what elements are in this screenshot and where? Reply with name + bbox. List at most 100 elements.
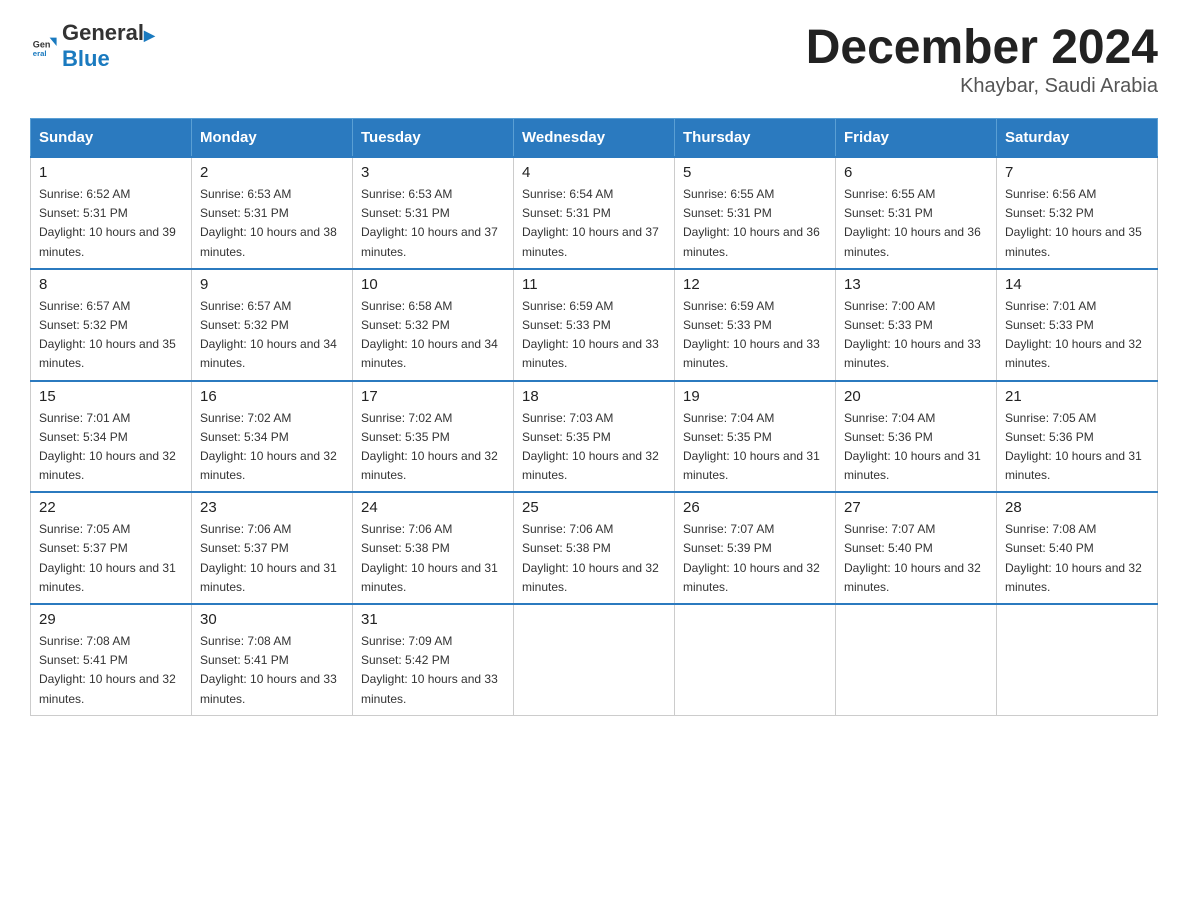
day-info: Sunrise: 7:01 AM Sunset: 5:33 PM Dayligh… (1005, 297, 1149, 374)
day-cell: 14 Sunrise: 7:01 AM Sunset: 5:33 PM Dayl… (997, 269, 1158, 381)
title-section: December 2024 Khaybar, Saudi Arabia (806, 20, 1158, 98)
header-thursday: Thursday (675, 119, 836, 158)
week-row-2: 8 Sunrise: 6:57 AM Sunset: 5:32 PM Dayli… (31, 269, 1158, 381)
day-info: Sunrise: 7:00 AM Sunset: 5:33 PM Dayligh… (844, 297, 988, 374)
svg-text:eral: eral (33, 49, 47, 58)
day-info: Sunrise: 6:59 AM Sunset: 5:33 PM Dayligh… (522, 297, 666, 374)
day-info: Sunrise: 7:02 AM Sunset: 5:34 PM Dayligh… (200, 409, 344, 486)
day-info: Sunrise: 7:09 AM Sunset: 5:42 PM Dayligh… (361, 632, 505, 709)
day-number: 30 (200, 611, 344, 628)
day-info: Sunrise: 7:07 AM Sunset: 5:40 PM Dayligh… (844, 520, 988, 597)
day-cell: 2 Sunrise: 6:53 AM Sunset: 5:31 PM Dayli… (192, 157, 353, 269)
day-number: 15 (39, 388, 183, 405)
day-number: 12 (683, 276, 827, 293)
day-number: 28 (1005, 499, 1149, 516)
day-info: Sunrise: 6:57 AM Sunset: 5:32 PM Dayligh… (39, 297, 183, 374)
day-info: Sunrise: 7:04 AM Sunset: 5:36 PM Dayligh… (844, 409, 988, 486)
day-info: Sunrise: 7:06 AM Sunset: 5:38 PM Dayligh… (522, 520, 666, 597)
header-tuesday: Tuesday (353, 119, 514, 158)
header-saturday: Saturday (997, 119, 1158, 158)
logo-blue: Blue (62, 46, 155, 72)
day-cell: 19 Sunrise: 7:04 AM Sunset: 5:35 PM Dayl… (675, 381, 836, 493)
day-number: 2 (200, 164, 344, 181)
day-number: 22 (39, 499, 183, 516)
day-cell (997, 604, 1158, 715)
day-cell: 6 Sunrise: 6:55 AM Sunset: 5:31 PM Dayli… (836, 157, 997, 269)
day-info: Sunrise: 7:08 AM Sunset: 5:41 PM Dayligh… (200, 632, 344, 709)
day-cell: 10 Sunrise: 6:58 AM Sunset: 5:32 PM Dayl… (353, 269, 514, 381)
day-cell: 31 Sunrise: 7:09 AM Sunset: 5:42 PM Dayl… (353, 604, 514, 715)
day-cell: 8 Sunrise: 6:57 AM Sunset: 5:32 PM Dayli… (31, 269, 192, 381)
day-info: Sunrise: 6:55 AM Sunset: 5:31 PM Dayligh… (683, 185, 827, 262)
day-info: Sunrise: 6:59 AM Sunset: 5:33 PM Dayligh… (683, 297, 827, 374)
day-cell: 22 Sunrise: 7:05 AM Sunset: 5:37 PM Dayl… (31, 492, 192, 604)
day-info: Sunrise: 7:04 AM Sunset: 5:35 PM Dayligh… (683, 409, 827, 486)
header-sunday: Sunday (31, 119, 192, 158)
day-cell: 4 Sunrise: 6:54 AM Sunset: 5:31 PM Dayli… (514, 157, 675, 269)
day-number: 29 (39, 611, 183, 628)
day-number: 18 (522, 388, 666, 405)
day-cell: 3 Sunrise: 6:53 AM Sunset: 5:31 PM Dayli… (353, 157, 514, 269)
day-number: 13 (844, 276, 988, 293)
day-number: 3 (361, 164, 505, 181)
day-info: Sunrise: 7:08 AM Sunset: 5:41 PM Dayligh… (39, 632, 183, 709)
day-cell: 17 Sunrise: 7:02 AM Sunset: 5:35 PM Dayl… (353, 381, 514, 493)
calendar-body: 1 Sunrise: 6:52 AM Sunset: 5:31 PM Dayli… (31, 157, 1158, 715)
day-number: 26 (683, 499, 827, 516)
logo-icon-triangle: ▶ (144, 27, 155, 43)
day-cell: 5 Sunrise: 6:55 AM Sunset: 5:31 PM Dayli… (675, 157, 836, 269)
day-number: 25 (522, 499, 666, 516)
day-cell: 26 Sunrise: 7:07 AM Sunset: 5:39 PM Dayl… (675, 492, 836, 604)
day-cell: 30 Sunrise: 7:08 AM Sunset: 5:41 PM Dayl… (192, 604, 353, 715)
day-info: Sunrise: 7:03 AM Sunset: 5:35 PM Dayligh… (522, 409, 666, 486)
page-header: Gen eral General▶ Blue December 2024 Kha… (30, 20, 1158, 98)
day-cell: 24 Sunrise: 7:06 AM Sunset: 5:38 PM Dayl… (353, 492, 514, 604)
day-info: Sunrise: 6:53 AM Sunset: 5:31 PM Dayligh… (361, 185, 505, 262)
day-number: 11 (522, 276, 666, 293)
day-info: Sunrise: 7:05 AM Sunset: 5:36 PM Dayligh… (1005, 409, 1149, 486)
day-cell: 13 Sunrise: 7:00 AM Sunset: 5:33 PM Dayl… (836, 269, 997, 381)
svg-text:Gen: Gen (33, 39, 51, 49)
day-info: Sunrise: 7:06 AM Sunset: 5:37 PM Dayligh… (200, 520, 344, 597)
day-cell: 27 Sunrise: 7:07 AM Sunset: 5:40 PM Dayl… (836, 492, 997, 604)
logo-icon: Gen eral (30, 32, 58, 60)
day-number: 7 (1005, 164, 1149, 181)
day-number: 20 (844, 388, 988, 405)
day-number: 14 (1005, 276, 1149, 293)
day-info: Sunrise: 7:06 AM Sunset: 5:38 PM Dayligh… (361, 520, 505, 597)
day-number: 4 (522, 164, 666, 181)
week-row-4: 22 Sunrise: 7:05 AM Sunset: 5:37 PM Dayl… (31, 492, 1158, 604)
header-wednesday: Wednesday (514, 119, 675, 158)
day-number: 31 (361, 611, 505, 628)
day-cell: 21 Sunrise: 7:05 AM Sunset: 5:36 PM Dayl… (997, 381, 1158, 493)
day-cell (514, 604, 675, 715)
header-monday: Monday (192, 119, 353, 158)
day-cell: 12 Sunrise: 6:59 AM Sunset: 5:33 PM Dayl… (675, 269, 836, 381)
logo-general: General (62, 20, 144, 45)
day-number: 19 (683, 388, 827, 405)
calendar-table: Sunday Monday Tuesday Wednesday Thursday… (30, 118, 1158, 716)
day-number: 23 (200, 499, 344, 516)
day-number: 8 (39, 276, 183, 293)
day-cell: 29 Sunrise: 7:08 AM Sunset: 5:41 PM Dayl… (31, 604, 192, 715)
day-cell (675, 604, 836, 715)
day-cell: 23 Sunrise: 7:06 AM Sunset: 5:37 PM Dayl… (192, 492, 353, 604)
logo-text: General▶ Blue (62, 20, 155, 72)
day-number: 6 (844, 164, 988, 181)
day-number: 9 (200, 276, 344, 293)
day-info: Sunrise: 6:55 AM Sunset: 5:31 PM Dayligh… (844, 185, 988, 262)
day-number: 16 (200, 388, 344, 405)
day-info: Sunrise: 6:58 AM Sunset: 5:32 PM Dayligh… (361, 297, 505, 374)
week-row-1: 1 Sunrise: 6:52 AM Sunset: 5:31 PM Dayli… (31, 157, 1158, 269)
day-info: Sunrise: 7:08 AM Sunset: 5:40 PM Dayligh… (1005, 520, 1149, 597)
week-row-3: 15 Sunrise: 7:01 AM Sunset: 5:34 PM Dayl… (31, 381, 1158, 493)
calendar-header: Sunday Monday Tuesday Wednesday Thursday… (31, 119, 1158, 158)
day-cell (836, 604, 997, 715)
day-cell: 1 Sunrise: 6:52 AM Sunset: 5:31 PM Dayli… (31, 157, 192, 269)
day-cell: 25 Sunrise: 7:06 AM Sunset: 5:38 PM Dayl… (514, 492, 675, 604)
logo: Gen eral General▶ Blue (30, 20, 155, 72)
day-info: Sunrise: 6:54 AM Sunset: 5:31 PM Dayligh… (522, 185, 666, 262)
day-cell: 20 Sunrise: 7:04 AM Sunset: 5:36 PM Dayl… (836, 381, 997, 493)
month-title: December 2024 (806, 20, 1158, 75)
week-row-5: 29 Sunrise: 7:08 AM Sunset: 5:41 PM Dayl… (31, 604, 1158, 715)
